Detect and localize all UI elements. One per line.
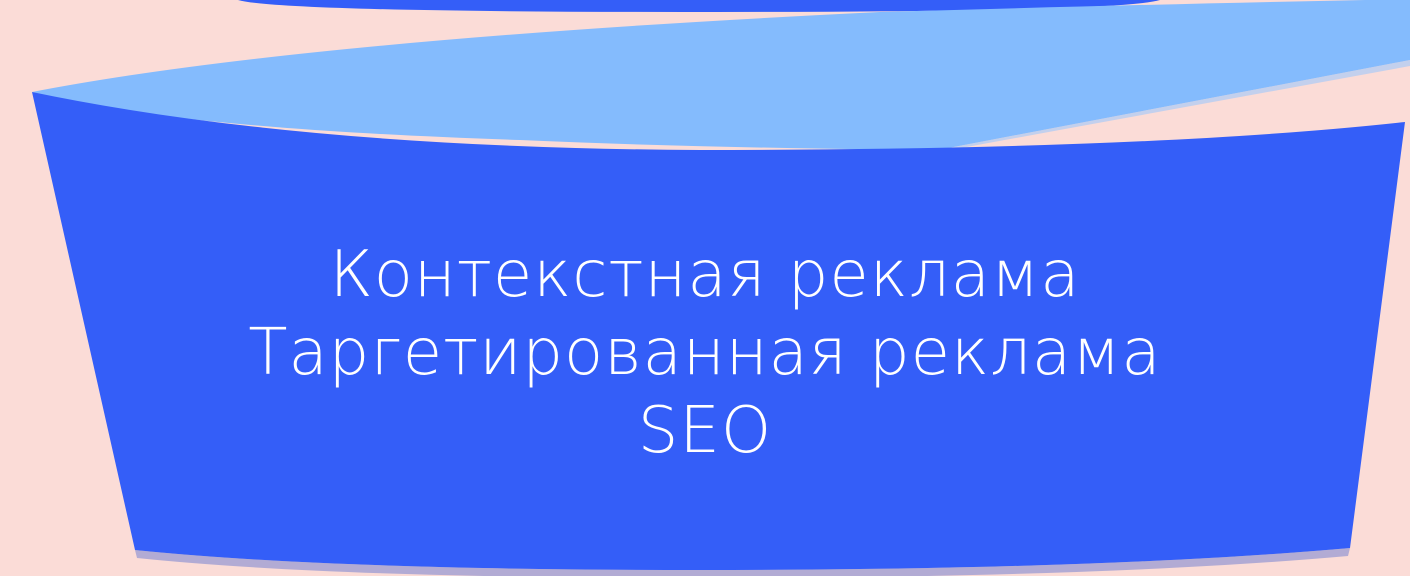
tier-label-seo: SEO <box>637 394 773 468</box>
tier-labels: Контекстная реклама Таргетированная рекл… <box>200 236 1210 470</box>
funnel-diagram: Контекстная реклама Таргетированная рекл… <box>0 0 1410 576</box>
tier-label-context-ads: Контекстная реклама <box>329 238 1081 312</box>
tier-label-targeted-ads: Таргетированная реклама <box>248 316 1162 390</box>
